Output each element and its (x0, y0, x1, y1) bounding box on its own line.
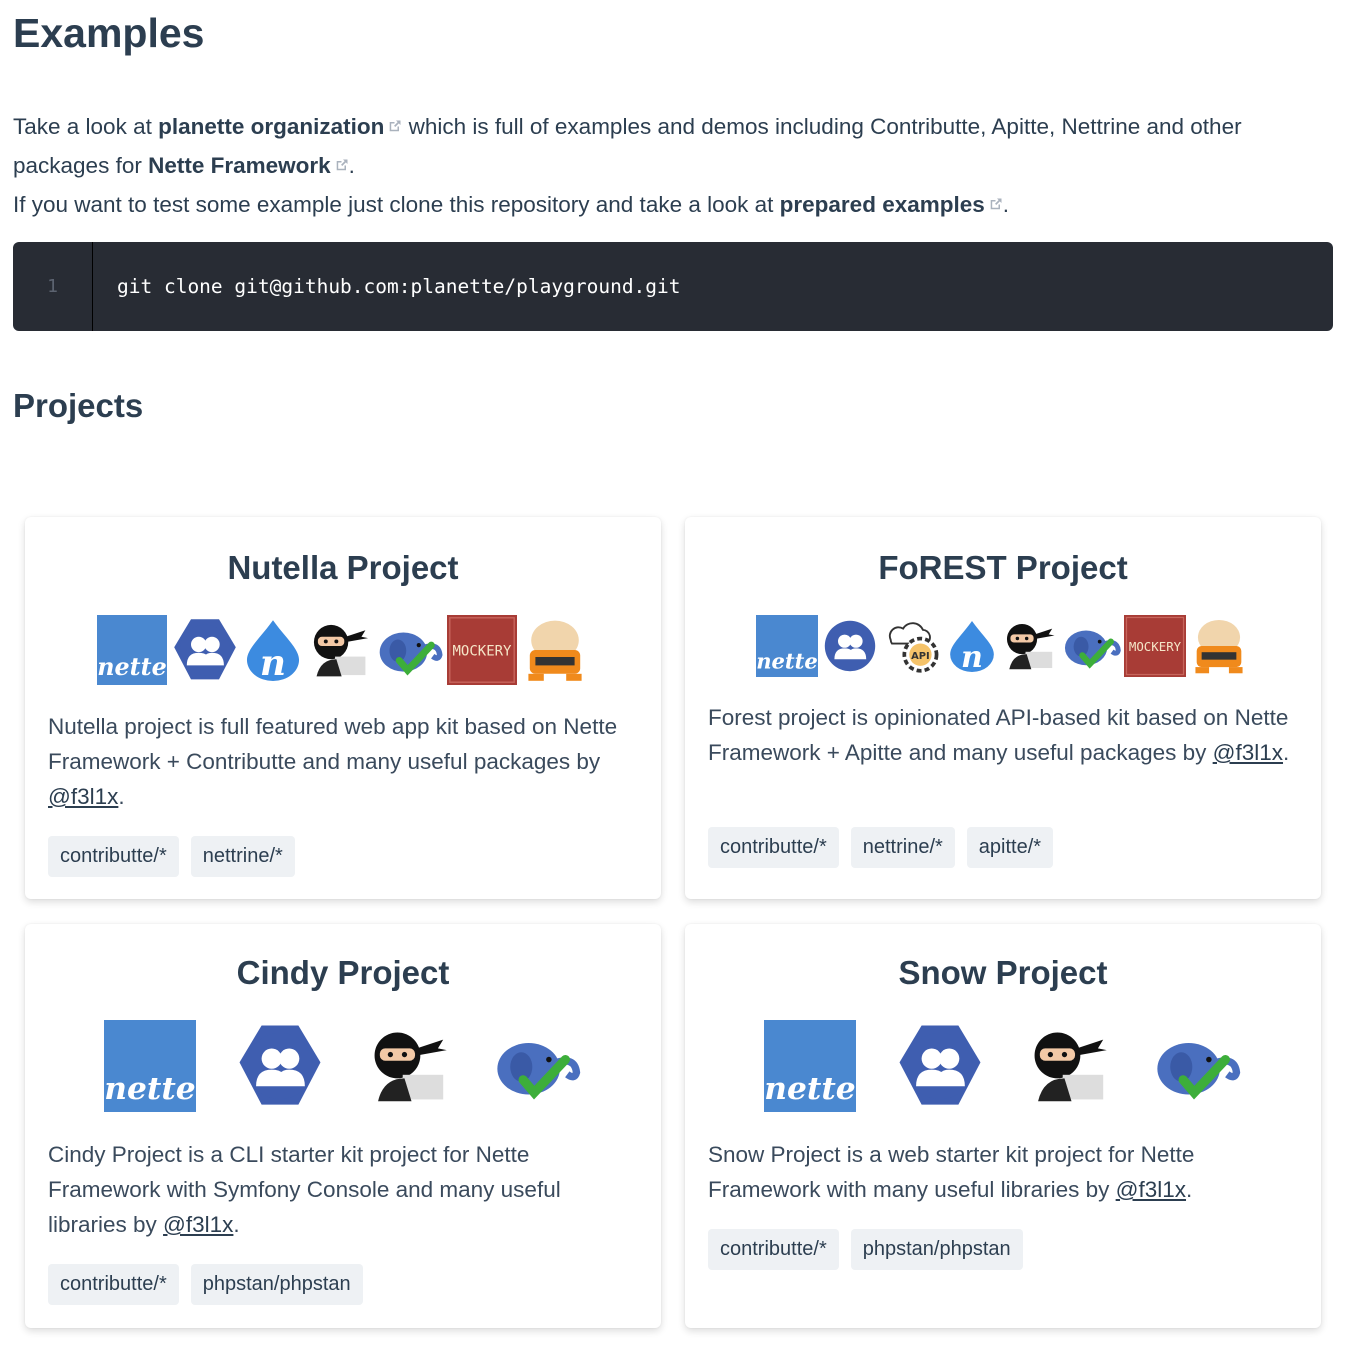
external-link-icon (390, 120, 401, 132)
card-description: Nutella project is full featured web app… (48, 714, 618, 809)
nettrine-logo: n (246, 620, 300, 684)
tag: phpstan/phpstan (190, 1264, 363, 1305)
logo-row: nette (685, 1020, 1321, 1112)
ninja-logo (1034, 1032, 1107, 1102)
project-card-snow[interactable]: Snow Project nette Snow Project is a web… (685, 924, 1321, 1328)
svg-text:API: API (911, 651, 930, 662)
nette-logo: nette (104, 1020, 196, 1112)
nettrine-logo: n (950, 621, 994, 675)
svg-text:nette: nette (97, 653, 167, 681)
card-description: Snow Project is a web starter kit projec… (708, 1142, 1195, 1202)
code-line[interactable]: git clone git@github.com:planette/playgr… (117, 242, 681, 331)
svg-text:nette: nette (764, 1071, 855, 1107)
apitte-logo: API (888, 622, 939, 673)
author-link[interactable]: @f3l1x (1116, 1177, 1186, 1202)
logo-row: nette n MOCKERY (25, 615, 661, 685)
intro-text-part: Take a look at (13, 114, 159, 139)
nette-logo: nette (756, 615, 818, 677)
contributte-logo (824, 620, 876, 672)
phpstan-elephant-logo (1064, 630, 1121, 669)
tag-list: contributte/* nettrine/* (48, 836, 295, 877)
author-link[interactable]: @f3l1x (48, 784, 118, 809)
tag: contributte/* (48, 836, 179, 877)
tag-list: contributte/* phpstan/phpstan (48, 1264, 363, 1305)
tag: nettrine/* (850, 827, 955, 868)
robot-logo (1195, 619, 1243, 674)
tag: apitte/* (966, 827, 1054, 868)
external-link-icon (336, 159, 348, 171)
planette-organization-link[interactable]: planette organization (158, 114, 402, 139)
project-card-forest[interactable]: FoREST Project nette API n MOCKERY Fores… (685, 517, 1321, 899)
svg-text:n: n (260, 642, 286, 684)
nette-framework-link[interactable]: Nette Framework (148, 153, 349, 178)
contributte-logo (174, 619, 236, 680)
author-link[interactable]: @f3l1x (163, 1212, 233, 1237)
contributte-logo (239, 1025, 321, 1105)
projects-heading: Projects (13, 387, 144, 424)
nette-logo: nette (764, 1020, 856, 1112)
intro-text-part: If you want to test some example just cl… (13, 192, 780, 217)
intro-text: Take a look at planette organization whi… (13, 114, 1242, 217)
ninja-logo (1006, 623, 1055, 670)
project-card-nutella[interactable]: Nutella Project nette n MOCKERY Nutella … (25, 517, 661, 899)
line-number: 1 (13, 242, 93, 331)
card-description: Cindy Project is a CLI starter kit proje… (48, 1142, 561, 1237)
logo-row: nette (25, 1020, 661, 1112)
external-link-icon (990, 198, 1002, 210)
tag: contributte/* (48, 1264, 179, 1305)
prepared-examples-link[interactable]: prepared examples (780, 192, 1003, 217)
robot-logo (528, 620, 582, 681)
tag: contributte/* (708, 827, 839, 868)
tag-list: contributte/* nettrine/* apitte/* (708, 827, 1054, 868)
phpstan-elephant-logo (497, 1043, 581, 1100)
tag-list: contributte/* phpstan/phpstan (708, 1229, 1023, 1270)
mockery-logo: MOCKERY (1124, 615, 1186, 677)
card-description: Forest project is opinionated API-based … (708, 705, 1290, 765)
code-block[interactable]: 1 git clone git@github.com:planette/play… (13, 242, 1333, 331)
svg-text:MOCKERY: MOCKERY (1129, 639, 1182, 654)
card-title: Cindy Project (236, 954, 450, 991)
ninja-logo (374, 1032, 447, 1102)
author-link[interactable]: @f3l1x (1213, 740, 1283, 765)
phpstan-elephant-logo (1157, 1043, 1241, 1100)
mockery-logo: MOCKERY (447, 615, 517, 685)
page-title: Examples (13, 10, 205, 56)
tag: contributte/* (708, 1229, 839, 1270)
svg-text:nette: nette (756, 648, 818, 673)
ninja-logo (313, 624, 369, 677)
card-title: Snow Project (898, 954, 1108, 991)
svg-text:MOCKERY: MOCKERY (452, 644, 512, 660)
phpstan-elephant-logo (379, 632, 443, 676)
nette-logo: nette (97, 615, 167, 685)
svg-text:nette: nette (104, 1071, 195, 1107)
card-title: Nutella Project (227, 549, 459, 586)
contributte-logo (899, 1025, 981, 1105)
logo-row: nette API n MOCKERY (685, 615, 1321, 677)
card-title: FoREST Project (878, 549, 1128, 586)
tag: nettrine/* (190, 836, 295, 877)
svg-text:n: n (961, 640, 983, 675)
project-card-cindy[interactable]: Cindy Project nette Cindy Project is a C… (25, 924, 661, 1328)
tag: phpstan/phpstan (850, 1229, 1023, 1270)
